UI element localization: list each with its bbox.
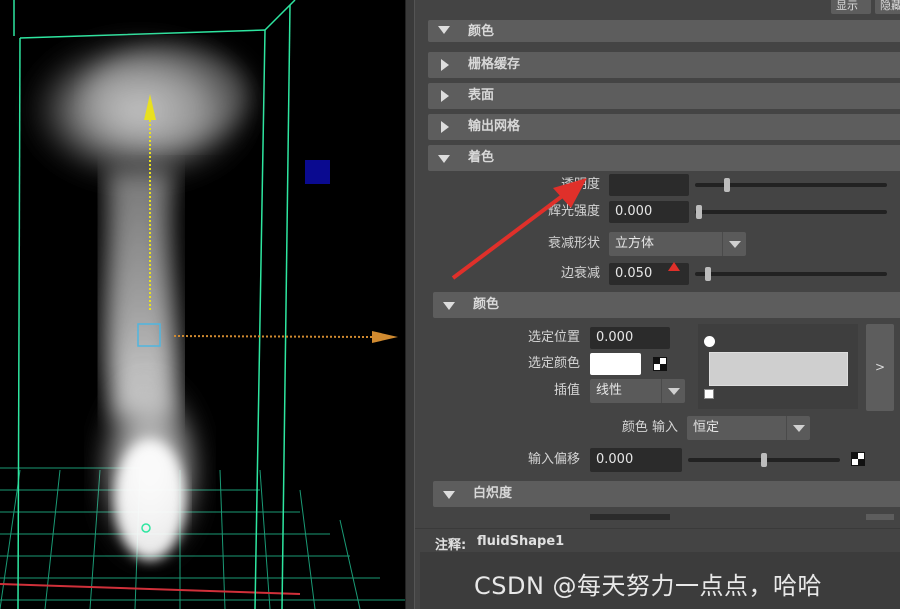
manipulator-x-axis[interactable]	[173, 335, 373, 338]
expand-arrow-icon	[438, 52, 452, 78]
watermark-bar: CSDN @每天努力一点点，哈哈	[420, 552, 900, 609]
incandescence-ramp-edge	[590, 514, 670, 520]
fluid-emitter-cube[interactable]	[305, 160, 330, 184]
input-bias-label: 输入偏移	[527, 452, 580, 467]
dropoff-shape-select[interactable]: 立方体	[609, 232, 746, 256]
chevron-down-icon	[661, 379, 685, 403]
ramp-expand-button[interactable]: >	[866, 324, 894, 411]
viewport-canvas[interactable]	[0, 0, 405, 609]
ramp-position-marker[interactable]	[704, 336, 715, 347]
glow-intensity-slider-handle[interactable]	[696, 205, 702, 219]
section-grid-cache[interactable]: 栅格缓存	[428, 52, 900, 78]
transparency-swatch[interactable]	[609, 174, 689, 196]
selected-position-input[interactable]: 0.000	[590, 327, 670, 349]
selected-color-label: 选定颜色	[527, 356, 580, 371]
selected-position-label: 选定位置	[527, 330, 580, 345]
manipulator-x-arrow-icon[interactable]	[372, 331, 398, 343]
section-shading[interactable]: 着色	[428, 145, 900, 171]
input-bias-slider-handle[interactable]	[761, 453, 767, 467]
watermark-text: CSDN @每天努力一点点，哈哈	[474, 572, 823, 600]
collapse-arrow-icon	[443, 292, 457, 318]
chevron-down-icon	[722, 232, 746, 256]
interpolation-label: 插值	[553, 383, 580, 398]
collapse-arrow-icon	[438, 16, 452, 42]
section-incandescence[interactable]: 白炽度	[433, 481, 900, 507]
chevron-down-icon	[786, 416, 810, 440]
transparency-slider-handle[interactable]	[724, 178, 730, 192]
section-color[interactable]: 颜色	[433, 292, 900, 318]
display-button[interactable]: 显示	[831, 0, 871, 14]
section-surface[interactable]: 表面	[428, 83, 900, 109]
notes-value: fluidShape1	[477, 534, 565, 549]
pane-splitter[interactable]	[405, 0, 415, 609]
notes-bar: 注释: fluidShape1	[415, 528, 900, 553]
input-bias-input[interactable]: 0.000	[590, 448, 682, 472]
interpolation-select[interactable]: 线性	[590, 379, 685, 403]
color-ramp-gradient[interactable]	[709, 352, 848, 386]
annotation-arrow-icon	[451, 178, 587, 280]
3d-viewport[interactable]	[0, 0, 405, 609]
expand-arrow-icon	[438, 83, 452, 109]
expand-arrow-icon	[438, 114, 452, 140]
collapse-arrow-icon	[443, 481, 457, 507]
section-output-mesh[interactable]: 输出网格	[428, 114, 900, 140]
edge-dropoff-slider[interactable]	[695, 272, 887, 276]
hide-button[interactable]: 隐藏	[875, 0, 900, 14]
glow-intensity-input[interactable]: 0.000	[609, 201, 689, 223]
texture-map-icon[interactable]	[851, 452, 865, 466]
section-color-top[interactable]: 颜色	[428, 20, 900, 42]
color-input-label: 颜色 输入	[621, 420, 678, 435]
collapse-arrow-icon	[438, 145, 452, 171]
selected-color-swatch[interactable]	[590, 353, 641, 375]
attribute-editor: 显示 隐藏 颜色 栅格缓存 表面 输出网格 着色 透明度 辉光强度 0.000 …	[415, 0, 900, 609]
notes-label: 注释:	[435, 538, 467, 553]
keyframe-marker-icon	[668, 262, 680, 271]
color-input-select[interactable]: 恒定	[687, 416, 810, 440]
incandescence-expand-edge	[866, 514, 894, 520]
edge-dropoff-slider-handle[interactable]	[705, 267, 711, 281]
ramp-delete-marker[interactable]	[704, 389, 714, 399]
texture-map-icon[interactable]	[653, 357, 667, 371]
glow-intensity-slider[interactable]	[695, 210, 887, 214]
